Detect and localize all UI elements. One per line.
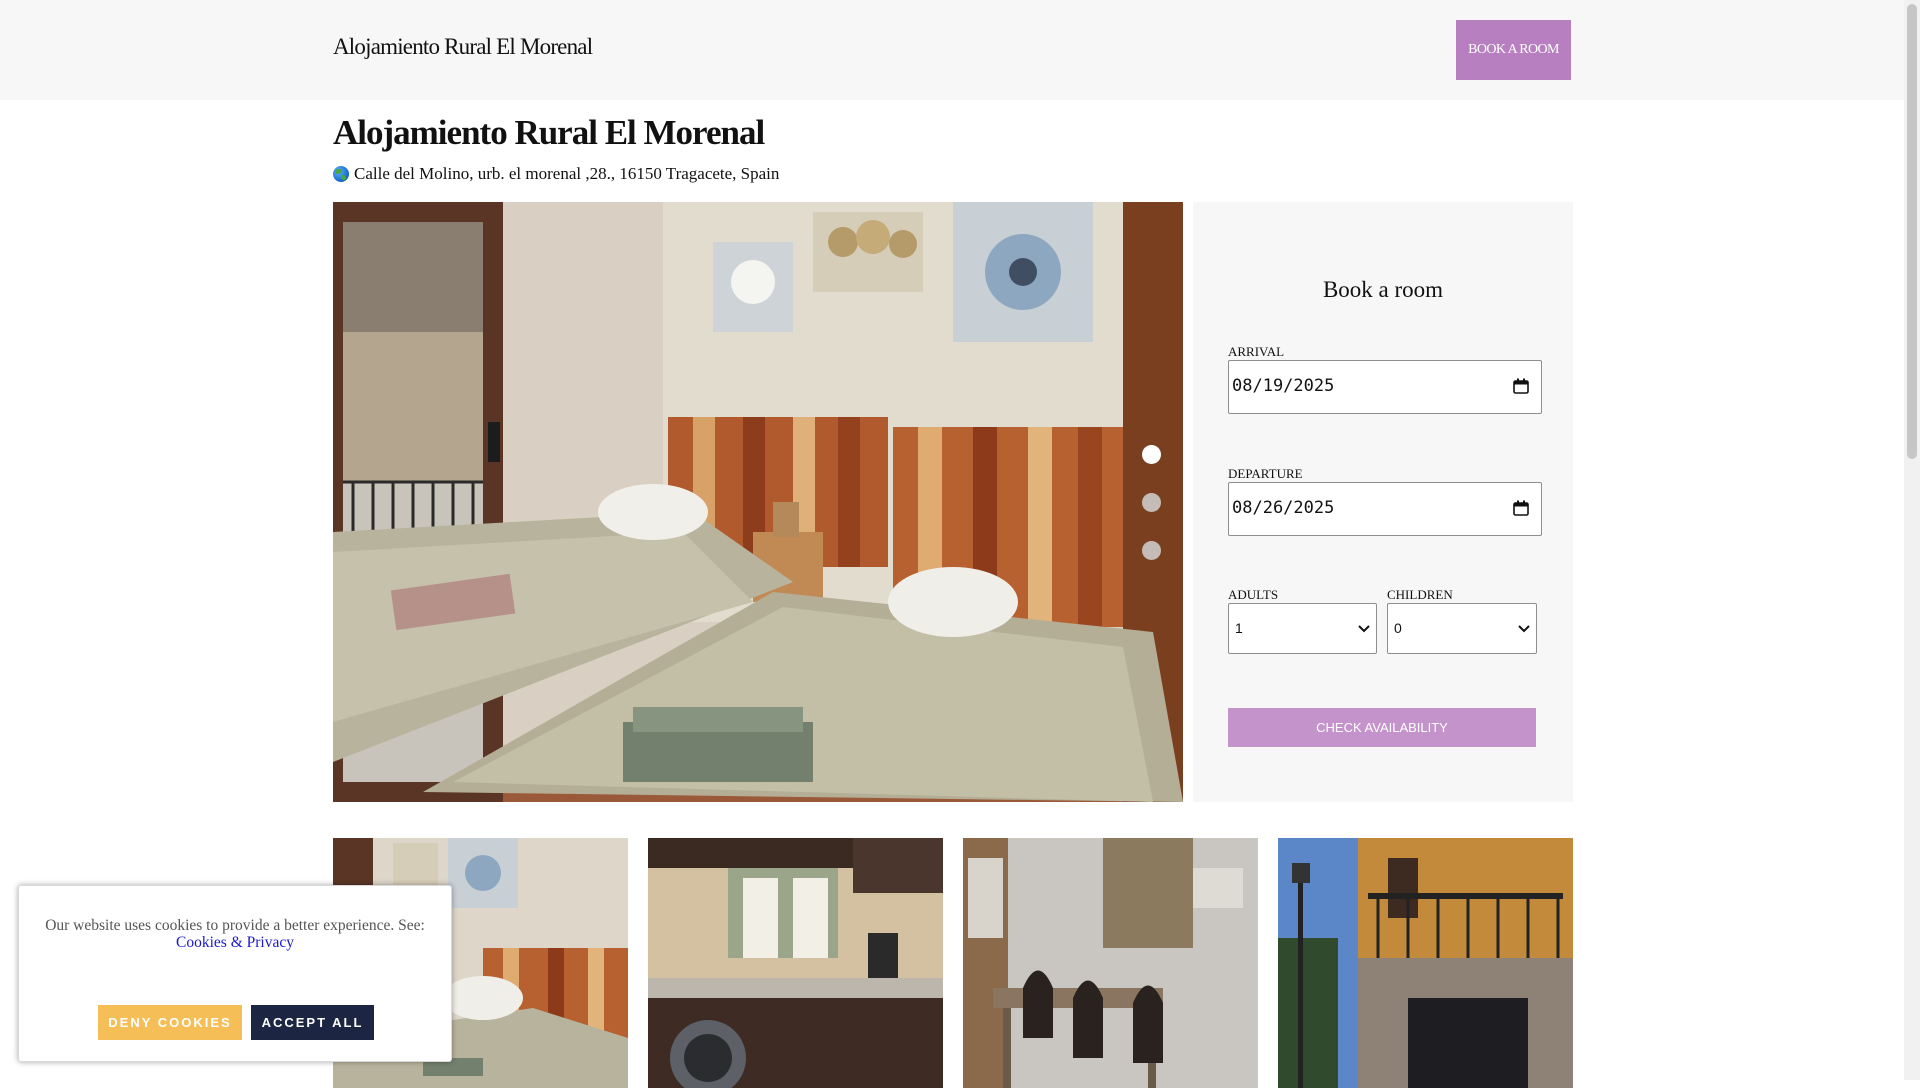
departure-date-input[interactable]: 08/26/2025 — [1228, 482, 1542, 536]
adults-select[interactable]: 1 — [1228, 603, 1377, 654]
exterior-thumbnail-photo — [1278, 838, 1573, 1088]
dining-thumbnail-photo — [963, 838, 1258, 1088]
scrollbar-thumb[interactable] — [1907, 4, 1917, 459]
departure-date-value: 08/26/2025 — [1232, 498, 1335, 518]
adults-label: ADULTS — [1228, 587, 1279, 602]
deny-cookies-button[interactable]: DENY COOKIES — [98, 1005, 242, 1040]
booking-widget: Book a room ARRIVAL 08/19/2025 DEPARTURE… — [1193, 202, 1573, 802]
cookie-message-text: Our website uses cookies to provide a be… — [45, 917, 425, 934]
globe-icon — [333, 166, 349, 182]
brand-link[interactable]: Alojamiento Rural El Morenal — [333, 34, 593, 60]
photo-carousel[interactable] — [333, 202, 1183, 802]
bedroom-photo — [333, 202, 1183, 802]
cookies-privacy-link[interactable]: Cookies & Privacy — [39, 934, 431, 951]
cookie-banner: Our website uses cookies to provide a be… — [18, 885, 452, 1062]
page-title: Alojamiento Rural El Morenal — [333, 113, 765, 152]
chevron-down-icon — [1358, 625, 1370, 633]
page-scrollbar[interactable] — [1904, 0, 1920, 1080]
children-select[interactable]: 0 — [1387, 603, 1537, 654]
calendar-icon[interactable] — [1513, 500, 1529, 516]
children-value: 0 — [1394, 620, 1402, 636]
property-address: Calle del Molino, urb. el morenal ,28., … — [333, 164, 779, 184]
arrival-date-value: 08/19/2025 — [1232, 376, 1335, 396]
carousel-dot-3[interactable] — [1142, 541, 1161, 560]
carousel-dot-2[interactable] — [1142, 493, 1161, 512]
kitchen-thumbnail-photo — [648, 838, 943, 1088]
calendar-icon[interactable] — [1513, 378, 1529, 394]
site-header: Alojamiento Rural El Morenal BOOK A ROOM — [0, 0, 1904, 100]
thumbnail-exterior[interactable] — [1278, 838, 1573, 1088]
cookie-message: Our website uses cookies to provide a be… — [39, 917, 431, 951]
thumbnail-kitchen[interactable] — [648, 838, 943, 1088]
book-a-room-button[interactable]: BOOK A ROOM — [1456, 20, 1571, 80]
arrival-date-input[interactable]: 08/19/2025 — [1228, 360, 1542, 414]
thumbnail-dining[interactable] — [963, 838, 1258, 1088]
check-availability-button[interactable]: CHECK AVAILABILITY — [1228, 708, 1536, 747]
children-label: CHILDREN — [1387, 587, 1453, 602]
address-text: Calle del Molino, urb. el morenal ,28., … — [354, 164, 780, 183]
chevron-down-icon — [1518, 625, 1530, 633]
arrival-label: ARRIVAL — [1228, 344, 1285, 359]
adults-value: 1 — [1235, 620, 1243, 636]
departure-label: DEPARTURE — [1228, 466, 1303, 481]
carousel-dot-1[interactable] — [1142, 445, 1161, 464]
accept-all-button[interactable]: ACCEPT ALL — [251, 1005, 374, 1040]
booking-title: Book a room — [1322, 277, 1444, 302]
